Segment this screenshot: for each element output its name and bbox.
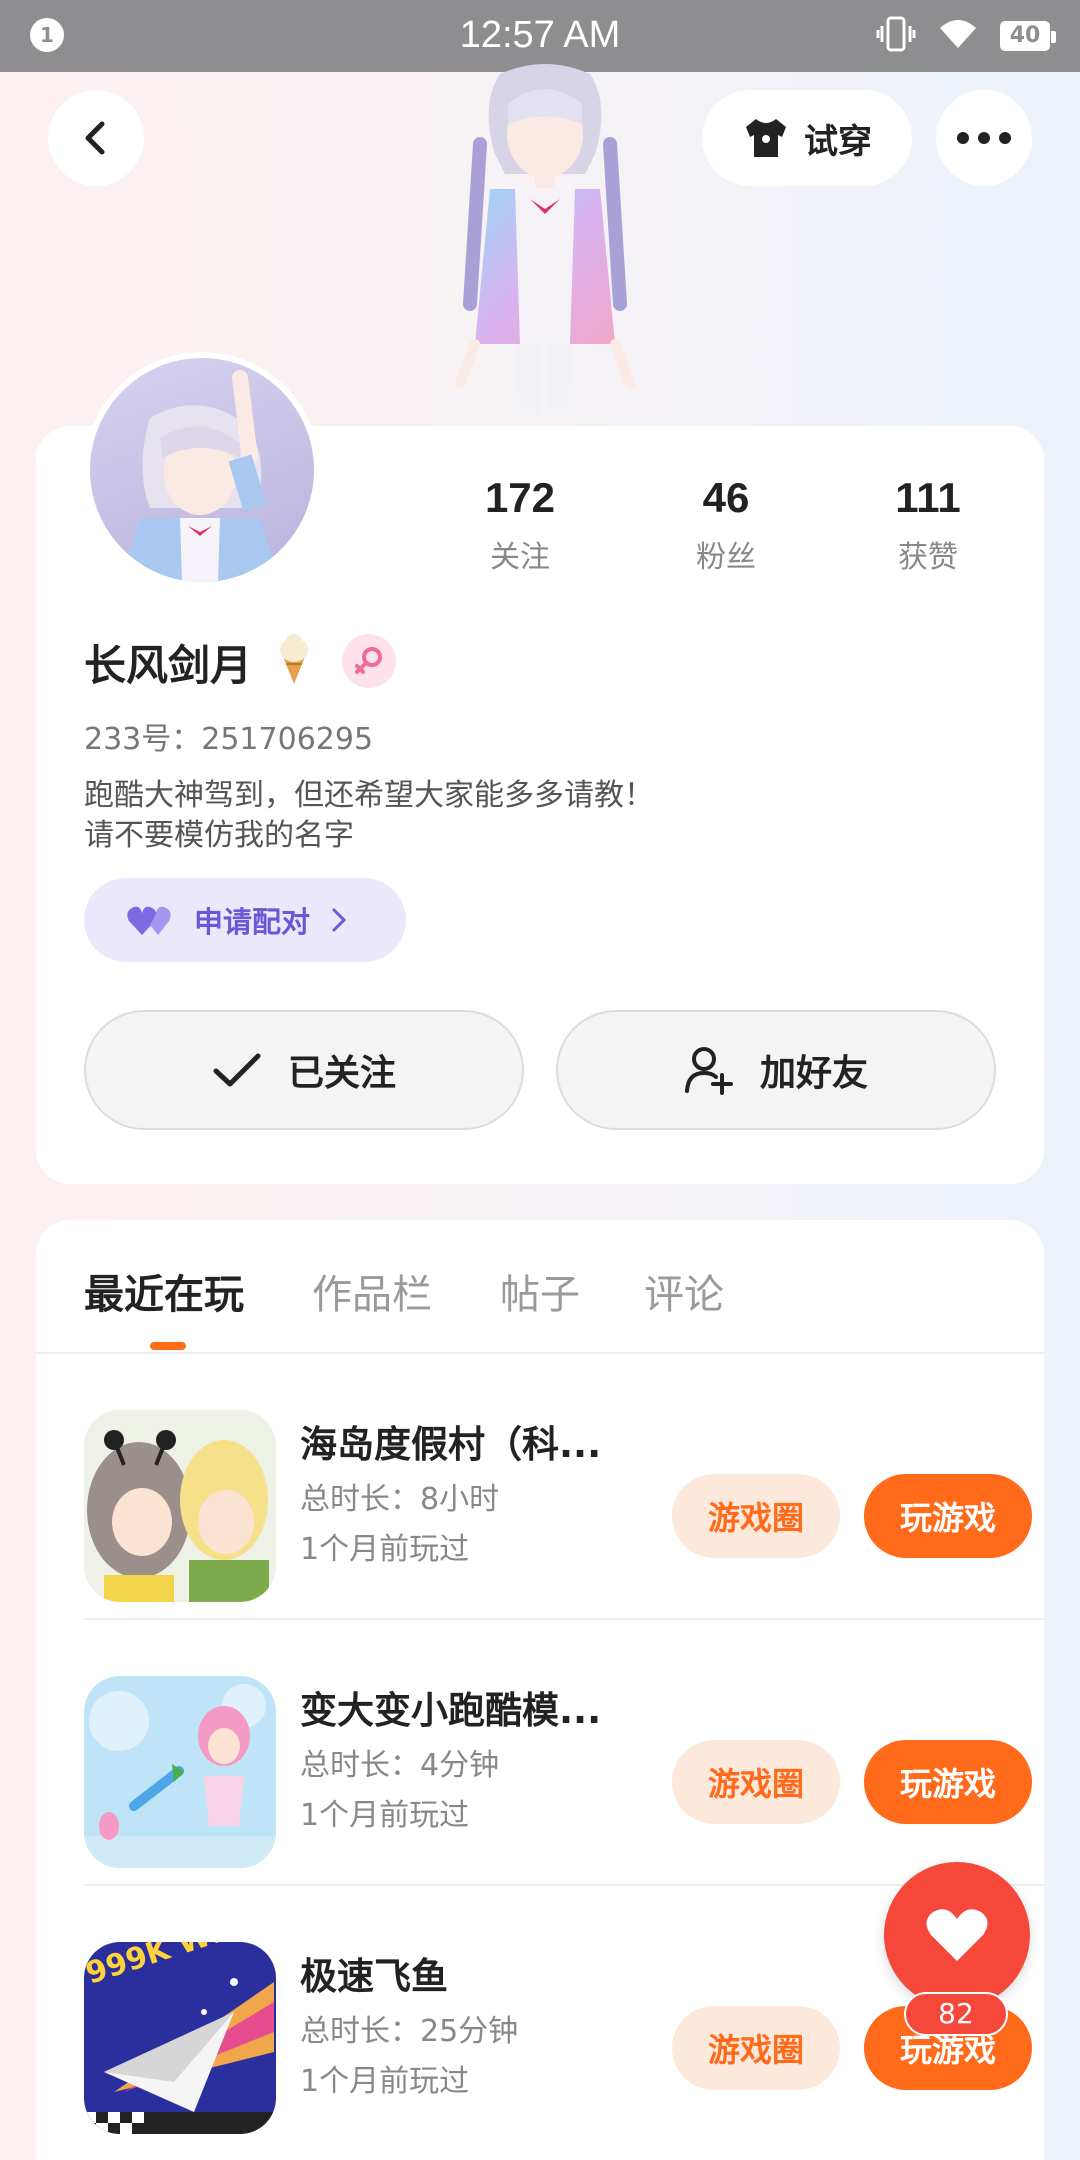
chevron-left-icon bbox=[85, 121, 105, 155]
game-last-played: 1个月前玩过 bbox=[300, 1798, 470, 1833]
shirt-icon bbox=[746, 119, 786, 157]
character-avatar-image[interactable] bbox=[420, 64, 670, 424]
stat-fans-value: 46 bbox=[702, 474, 750, 521]
tab-bar: 最近在玩 作品栏 帖子 评论 bbox=[36, 1220, 1044, 1354]
tab-indicator bbox=[150, 1342, 186, 1350]
bio-line: 跑酷大神驾到，但还希望大家能多多请教！ bbox=[84, 778, 654, 813]
like-count: 82 bbox=[904, 1992, 1008, 2036]
bio: 跑酷大神驾到，但还希望大家能多多请教！ 请不要模仿我的名字 bbox=[84, 776, 654, 856]
gender-female-badge bbox=[342, 634, 396, 688]
stat-fans-label: 粉丝 bbox=[696, 540, 756, 575]
game-play-time: 总时长：25分钟 bbox=[300, 2014, 519, 2049]
stat-likes-label: 获赞 bbox=[898, 540, 958, 575]
followed-button[interactable]: 已关注 bbox=[84, 1010, 524, 1130]
female-symbol-icon bbox=[355, 647, 382, 674]
heart-icon bbox=[926, 1909, 988, 1961]
followed-label: 已关注 bbox=[287, 1053, 396, 1094]
stat-following[interactable]: 172 关注 bbox=[420, 474, 620, 576]
more-options-button[interactable] bbox=[936, 90, 1032, 186]
game-name: 海岛度假村（科... bbox=[300, 1423, 602, 1466]
game-name: 极速飞鱼 bbox=[300, 1955, 448, 1998]
wifi-icon bbox=[938, 18, 978, 54]
chevron-right-icon bbox=[332, 908, 347, 932]
tab-posts[interactable]: 帖子 bbox=[500, 1262, 580, 1320]
play-game-button[interactable]: 玩游戏 bbox=[864, 1474, 1032, 1558]
game-circle-button[interactable]: 游戏圈 bbox=[672, 2006, 840, 2090]
username: 长风剑月 bbox=[84, 641, 253, 690]
like-button[interactable] bbox=[884, 1862, 1030, 2008]
bio-line: 请不要模仿我的名字 bbox=[84, 818, 354, 853]
try-on-label: 试穿 bbox=[804, 121, 872, 162]
more-dots-icon bbox=[957, 132, 1011, 144]
tab-comments[interactable]: 评论 bbox=[644, 1262, 724, 1320]
game-name: 变大变小跑酷模... bbox=[300, 1689, 602, 1732]
stat-following-label: 关注 bbox=[490, 540, 550, 575]
try-on-button[interactable]: 试穿 bbox=[702, 90, 912, 186]
request-pair-label: 申请配对 bbox=[194, 905, 311, 939]
stat-fans[interactable]: 46 粉丝 bbox=[626, 474, 826, 576]
game-last-played: 1个月前玩过 bbox=[300, 1532, 470, 1567]
game-play-time: 总时长：4分钟 bbox=[300, 1748, 500, 1783]
game-play-time: 总时长：8小时 bbox=[300, 1482, 500, 1517]
game-thumbnail[interactable] bbox=[84, 1410, 276, 1602]
add-friend-button[interactable]: 加好友 bbox=[556, 1010, 996, 1130]
game-circle-button[interactable]: 游戏圈 bbox=[672, 1740, 840, 1824]
status-bar: 1 12:57 AM 40 bbox=[0, 0, 1080, 72]
request-pair-button[interactable]: 申请配对 bbox=[84, 878, 406, 962]
back-button[interactable] bbox=[48, 90, 144, 186]
stat-likes[interactable]: 111 获赞 bbox=[828, 474, 1028, 576]
ice-cream-icon bbox=[272, 632, 316, 690]
tab-recently-played[interactable]: 最近在玩 bbox=[84, 1262, 244, 1320]
battery-icon: 40 bbox=[1000, 21, 1056, 51]
check-icon bbox=[213, 1053, 261, 1087]
status-icons: 40 bbox=[876, 16, 1056, 56]
game-circle-button[interactable]: 游戏圈 bbox=[672, 1474, 840, 1558]
tab-works[interactable]: 作品栏 bbox=[312, 1262, 432, 1320]
games-card: 最近在玩 作品栏 帖子 评论 海岛度假村（科... 总时长：8小时 1个月前玩过… bbox=[36, 1220, 1044, 2160]
game-thumbnail[interactable]: 999K WINS bbox=[84, 1942, 276, 2134]
user-id: 233号：251706295 bbox=[84, 722, 374, 757]
double-heart-icon bbox=[127, 906, 171, 935]
vibrate-icon bbox=[876, 16, 916, 56]
play-game-button[interactable]: 玩游戏 bbox=[864, 1740, 1032, 1824]
game-last-played: 1个月前玩过 bbox=[300, 2064, 470, 2099]
avatar[interactable] bbox=[84, 352, 320, 588]
add-user-icon bbox=[684, 1047, 733, 1095]
avatar-image bbox=[120, 370, 280, 582]
add-friend-label: 加好友 bbox=[759, 1053, 868, 1094]
stat-likes-value: 111 bbox=[895, 474, 961, 521]
game-row[interactable]: 海岛度假村（科... 总时长：8小时 1个月前玩过 游戏圈 玩游戏 bbox=[84, 1354, 1044, 1620]
game-thumbnail[interactable] bbox=[84, 1676, 276, 1868]
game-row[interactable]: 变大变小跑酷模... 总时长：4分钟 1个月前玩过 游戏圈 玩游戏 bbox=[84, 1620, 1044, 1886]
stat-following-value: 172 bbox=[484, 474, 556, 521]
